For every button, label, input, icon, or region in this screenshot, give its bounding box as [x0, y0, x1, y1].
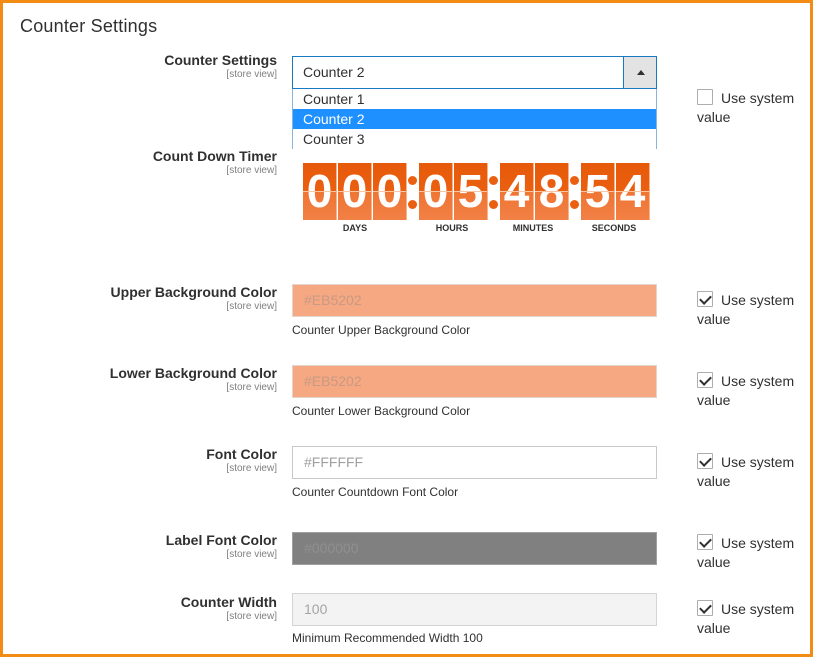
select-option-selected[interactable]: Counter 2 [293, 109, 656, 129]
timer-separator [408, 163, 418, 220]
countdown-label: Count Down Timer [store view] [152, 148, 277, 176]
use-system-value-checkbox[interactable] [697, 453, 713, 469]
timer-digit-minutes: 8 [535, 163, 569, 220]
label-font-color-label: Label Font Color [store view] [165, 532, 277, 560]
scope-label: [store view] [226, 549, 277, 560]
upper-bg-color-note: Counter Upper Background Color [292, 323, 471, 337]
scope-label: [store view] [226, 382, 277, 393]
counter-settings-select[interactable]: Counter 2 [292, 56, 657, 89]
use-system-value-checkbox[interactable] [697, 372, 713, 388]
timer-digit-days: 0 [373, 163, 407, 220]
timer-digit-hours: 5 [454, 163, 488, 220]
lower-bg-color-label: Lower Background Color [store view] [109, 365, 277, 393]
font-color-note: Counter Countdown Font Color [292, 485, 459, 499]
use-system-value-checkbox[interactable] [697, 600, 713, 616]
use-system-value-toggle[interactable]: Use system value [697, 89, 813, 127]
scope-label: [store view] [226, 463, 277, 474]
label-font-color-input[interactable]: #000000 [292, 532, 657, 565]
use-system-value-toggle[interactable]: Use system value [697, 453, 813, 491]
font-color-input[interactable]: #FFFFFF [292, 446, 657, 479]
caret-up-icon[interactable] [623, 57, 656, 88]
scope-label: [store view] [226, 301, 277, 312]
upper-bg-color-input[interactable]: #EB5202 [292, 284, 657, 317]
section-title: Counter Settings [20, 16, 158, 36]
use-system-value-toggle[interactable]: Use system value [697, 534, 813, 572]
timer-digit-hours: 0 [419, 163, 453, 220]
use-system-value-toggle[interactable]: Use system value [697, 372, 813, 410]
timer-digit-days: 0 [338, 163, 372, 220]
select-option[interactable]: Counter 1 [293, 89, 656, 109]
use-system-value-checkbox[interactable] [697, 89, 713, 105]
lower-bg-color-input[interactable]: #EB5202 [292, 365, 657, 398]
upper-bg-color-label: Upper Background Color [store view] [110, 284, 277, 312]
timer-digit-seconds: 5 [581, 163, 615, 220]
select-options-list: Counter 1 Counter 2 Counter 3 [292, 89, 657, 149]
counter-settings-label: Counter Settings [store view] [164, 52, 277, 80]
use-system-value-toggle[interactable]: Use system value [697, 291, 813, 329]
counter-width-input[interactable]: 100 [292, 593, 657, 626]
counter-width-note: Minimum Recommended Width 100 [292, 631, 483, 645]
timer-unit-days: DAYS [342, 223, 368, 233]
timer-unit-hours: HOURS [435, 223, 469, 233]
timer-separator [489, 163, 499, 220]
scope-label: [store view] [226, 165, 277, 176]
counter-width-label: Counter Width [store view] [180, 594, 277, 622]
scope-label: [store view] [226, 69, 277, 80]
timer-unit-seconds: SECONDS [591, 223, 637, 233]
lower-bg-color-note: Counter Lower Background Color [292, 404, 471, 418]
countdown-timer: 0 0 0 0 5 4 8 5 4 DAYS HOURS MINUTES SEC… [303, 163, 663, 243]
timer-digit-minutes: 4 [500, 163, 534, 220]
use-system-value-checkbox[interactable] [697, 291, 713, 307]
timer-digit-seconds: 4 [616, 163, 650, 220]
use-system-value-checkbox[interactable] [697, 534, 713, 550]
timer-unit-minutes: MINUTES [512, 223, 554, 233]
timer-digit-days: 0 [303, 163, 337, 220]
counter-settings-select-wrap: Counter 2 Counter 1 Counter 2 Counter 3 [292, 56, 657, 149]
scope-label: [store view] [226, 611, 277, 622]
select-value: Counter 2 [303, 64, 365, 80]
select-option[interactable]: Counter 3 [293, 129, 656, 149]
timer-separator [570, 163, 580, 220]
use-system-value-toggle[interactable]: Use system value [697, 600, 813, 638]
font-color-label: Font Color [store view] [206, 446, 277, 474]
